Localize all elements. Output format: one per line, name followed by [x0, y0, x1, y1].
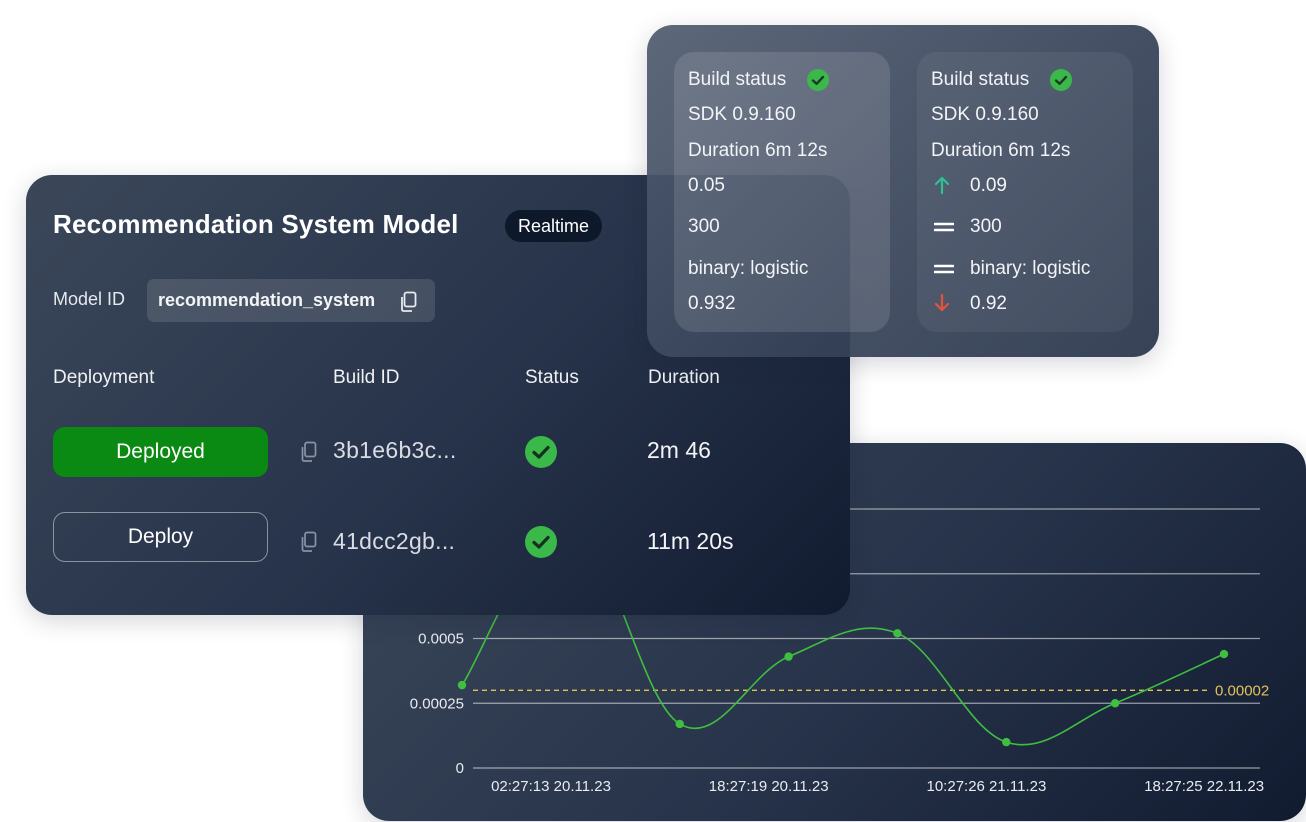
success-check-icon — [807, 69, 829, 91]
deploy-button[interactable]: Deploy — [53, 512, 268, 562]
data-point — [1110, 699, 1120, 708]
build-id: 41dcc2gb... — [333, 528, 456, 554]
build-duration: Duration 6m 12s — [688, 140, 828, 161]
x-tick-label: 18:27:25 22.11.23 — [1144, 778, 1264, 795]
copy-icon[interactable] — [399, 291, 419, 313]
success-check-icon — [1050, 69, 1072, 91]
column-header-build-id: Build ID — [333, 367, 400, 388]
mode-badge: Realtime — [505, 210, 603, 242]
arrow-up-icon — [934, 176, 950, 194]
metric-value: binary: logistic — [688, 258, 809, 279]
metric-value: 0.09 — [970, 175, 1007, 196]
build-status-label: Build status — [931, 69, 1030, 90]
y-tick-label: 0.00025 — [410, 695, 464, 712]
metric-value: 0.92 — [970, 293, 1007, 314]
equal-icon — [934, 264, 954, 274]
threshold-label: 0.00002 — [1215, 682, 1269, 699]
sdk-version: SDK 0.9.160 — [931, 104, 1039, 125]
column-header-deployment: Deployment — [53, 367, 155, 388]
data-point — [457, 680, 467, 690]
metric-value: 0.932 — [688, 293, 736, 314]
build-duration: Duration 6m 12s — [931, 140, 1071, 161]
build-comparison-panel: Build status SDK 0.9.160 Duration 6m 12s… — [647, 25, 1159, 357]
model-id-label: Model ID — [53, 289, 126, 309]
sdk-version: SDK 0.9.160 — [688, 104, 796, 125]
build-card[interactable]: Build status SDK 0.9.160 Duration 6m 12s… — [674, 52, 890, 332]
x-tick-label: 02:27:13 20.11.23 — [491, 778, 611, 795]
column-header-status: Status — [525, 367, 579, 388]
column-header-duration: Duration — [648, 367, 720, 388]
data-point — [1002, 737, 1011, 747]
metric-value: binary: logistic — [970, 258, 1091, 279]
data-point — [675, 719, 684, 729]
y-tick-label: 0.0005 — [418, 631, 464, 648]
success-check-icon — [525, 436, 557, 468]
model-id-value: recommendation_system — [158, 290, 376, 310]
metric-value: 300 — [970, 216, 1002, 237]
build-card[interactable]: Build status SDK 0.9.160 Duration 6m 12s… — [917, 52, 1133, 332]
data-point — [893, 629, 902, 638]
data-point — [784, 652, 793, 661]
y-tick-label: 0 — [456, 760, 464, 777]
build-duration: 11m 20s — [647, 528, 734, 554]
metric-value: 0.05 — [688, 175, 725, 196]
model-id-chip[interactable]: recommendation_system — [147, 279, 435, 322]
build-id: 3b1e6b3c... — [333, 437, 457, 463]
copy-build-id-icon[interactable] — [300, 441, 318, 463]
build-duration: 2m 46 — [647, 437, 711, 463]
success-check-icon — [525, 526, 557, 558]
copy-build-id-icon[interactable] — [300, 531, 318, 553]
arrow-down-icon — [934, 294, 950, 312]
metric-value: 300 — [688, 216, 720, 237]
deployed-button[interactable]: Deployed — [53, 427, 268, 477]
equal-icon — [934, 222, 954, 232]
x-tick-label: 10:27:26 21.11.23 — [927, 778, 1047, 795]
x-tick-label: 18:27:19 20.11.23 — [709, 778, 829, 795]
model-title: Recommendation System Model — [53, 209, 459, 239]
data-point — [1219, 649, 1229, 659]
build-status-label: Build status — [688, 69, 787, 90]
